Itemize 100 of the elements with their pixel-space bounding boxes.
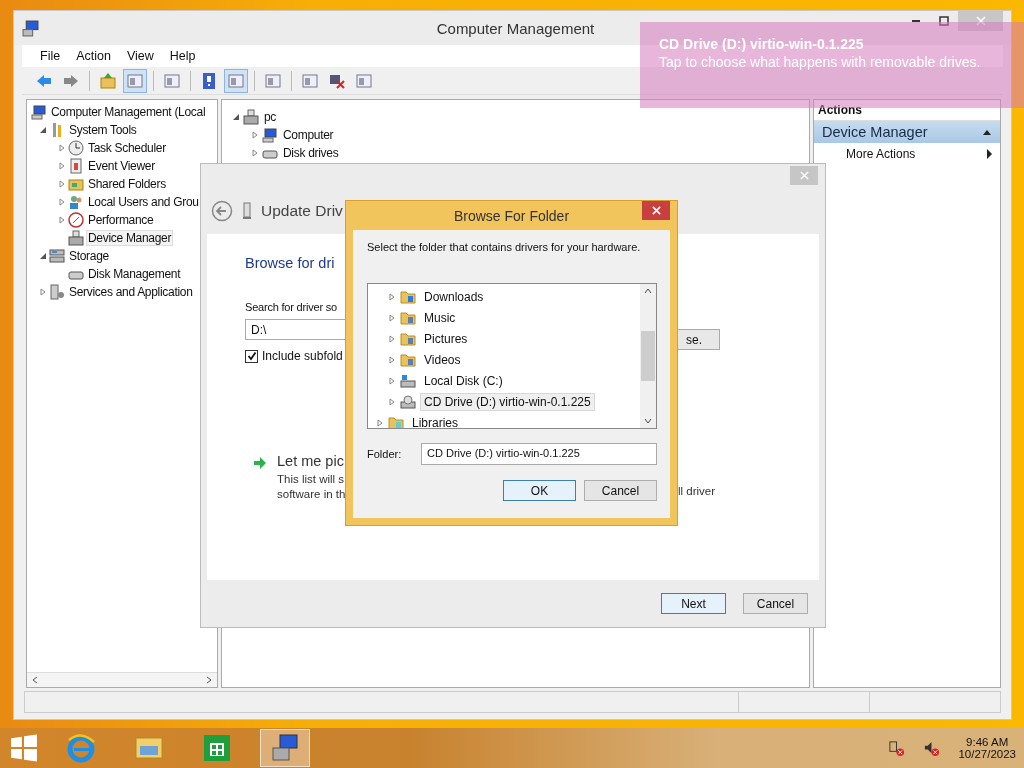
folder-icon (400, 288, 416, 305)
tree-item[interactable]: Computer Management (Local (49, 104, 208, 120)
drive-icon (400, 372, 416, 389)
field-label: Search for driver so (245, 301, 337, 313)
expander-icon[interactable] (58, 216, 66, 224)
tree-item[interactable]: Local Users and Grou (86, 194, 201, 210)
device-icon (243, 202, 251, 220)
computer-icon[interactable] (260, 729, 310, 767)
expander-icon[interactable] (58, 162, 66, 170)
folder-item[interactable]: Libraries (408, 413, 463, 428)
cancel-button[interactable]: Cancel (584, 480, 657, 501)
folder-item[interactable]: Pictures (420, 329, 472, 348)
tree-item[interactable]: Shared Folders (86, 176, 168, 192)
dialog-title: Update Driv (261, 202, 343, 220)
ok-button[interactable]: OK (503, 480, 576, 501)
drive-icon (400, 393, 416, 410)
log-icon (68, 158, 84, 174)
gauge-icon (68, 212, 84, 228)
expander-icon[interactable] (58, 180, 66, 188)
notification-title: CD Drive (D:) virtio-win-0.1.225 (659, 36, 865, 52)
folder-item[interactable]: Videos (420, 350, 465, 369)
cancel-button[interactable]: Cancel (743, 593, 808, 614)
expander-icon[interactable] (39, 252, 47, 260)
shared-folder-icon (68, 176, 84, 192)
menu-item[interactable]: File (34, 47, 67, 65)
option-description: ll driver (678, 485, 716, 497)
scroll-up-icon[interactable] (644, 288, 652, 294)
path-field[interactable]: D:\ (245, 319, 345, 340)
tree-item[interactable]: pc (262, 109, 279, 125)
close-button[interactable] (642, 201, 670, 220)
tree-item[interactable]: Task Scheduler (86, 140, 168, 156)
network-icon[interactable] (888, 739, 906, 757)
expander-icon[interactable] (232, 113, 240, 121)
window-title: Computer Management (435, 19, 596, 37)
computer-icon (262, 127, 278, 143)
horizontal-scrollbar[interactable] (27, 672, 217, 687)
tree-item[interactable]: Services and Application (67, 284, 195, 300)
start-button[interactable] (10, 734, 38, 762)
tree-item[interactable]: Disk Management (86, 266, 183, 282)
folder-field[interactable]: CD Drive (D:) virtio-win-0.1.225 (421, 443, 657, 465)
section-title: Device Manager (822, 124, 928, 140)
checkbox-label: Include subfold (262, 349, 343, 363)
folder-icon (400, 351, 416, 368)
actions-section[interactable]: Device Manager (814, 121, 1000, 143)
folder-icon (388, 414, 404, 428)
expander-icon[interactable] (388, 355, 396, 364)
folder-item[interactable]: Local Disk (C:) (420, 371, 507, 390)
folder-icon (400, 330, 416, 347)
expander-icon[interactable] (58, 198, 66, 206)
expander-icon[interactable] (251, 131, 259, 139)
checkbox[interactable] (245, 349, 258, 363)
submenu-arrow-icon (986, 149, 992, 159)
clock[interactable]: 9:46 AM 10/27/2023 (958, 736, 1024, 760)
close-icon (799, 171, 809, 180)
back-button[interactable] (211, 200, 233, 222)
folder-item[interactable]: CD Drive (D:) virtio-win-0.1.225 (420, 392, 595, 411)
expander-icon[interactable] (388, 376, 396, 385)
services-icon (49, 284, 65, 300)
scroll-left-icon[interactable] (31, 676, 39, 684)
expander-icon[interactable] (388, 292, 396, 301)
menu-item[interactable]: View (120, 47, 160, 65)
speaker-icon[interactable] (923, 739, 941, 757)
browse-button[interactable]: se. (678, 329, 720, 350)
notification-message: Tap to choose what happens with removable drives. (659, 53, 982, 72)
option-title[interactable]: Let me pic (277, 453, 344, 469)
tree-item[interactable]: Disk drives (281, 145, 341, 161)
expander-icon[interactable] (388, 397, 396, 406)
arrow-icon (253, 456, 267, 470)
tree-item[interactable]: Event Viewer (86, 158, 157, 174)
tree-item[interactable]: Computer (281, 127, 336, 143)
menu-item[interactable]: Action (70, 47, 117, 65)
computer-icon (22, 19, 39, 37)
expander-icon[interactable] (251, 149, 259, 157)
maximize-icon (939, 16, 949, 26)
tree-item[interactable]: Performance (86, 212, 156, 228)
dialog-heading: Browse for dri (245, 255, 335, 271)
folder-item[interactable]: Downloads (420, 287, 488, 306)
tree-item[interactable]: Device Manager (86, 230, 174, 246)
scroll-down-icon[interactable] (644, 418, 652, 424)
expander-icon[interactable] (388, 334, 396, 343)
folder-item[interactable]: Music (420, 308, 460, 327)
folder-icon (400, 309, 416, 326)
option-description: software in th (277, 487, 346, 502)
action-link[interactable]: More Actions (846, 147, 916, 161)
option-description: This list will s (277, 472, 345, 487)
tree-item[interactable]: Storage (67, 248, 111, 264)
tree-item[interactable]: System Tools (67, 122, 139, 138)
expander-icon[interactable] (376, 418, 384, 427)
printer-icon (243, 109, 259, 125)
expander-icon[interactable] (388, 313, 396, 322)
storage-icon (49, 248, 65, 264)
expander-icon[interactable] (58, 144, 66, 152)
close-icon (651, 206, 661, 215)
next-button[interactable]: Next (661, 593, 726, 614)
scroll-right-icon[interactable] (205, 676, 213, 684)
vertical-scrollbar[interactable] (640, 284, 656, 428)
expander-icon[interactable] (39, 126, 47, 134)
menu-item[interactable]: Help (163, 47, 202, 65)
expander-icon[interactable] (39, 288, 47, 296)
users-icon (68, 194, 84, 210)
